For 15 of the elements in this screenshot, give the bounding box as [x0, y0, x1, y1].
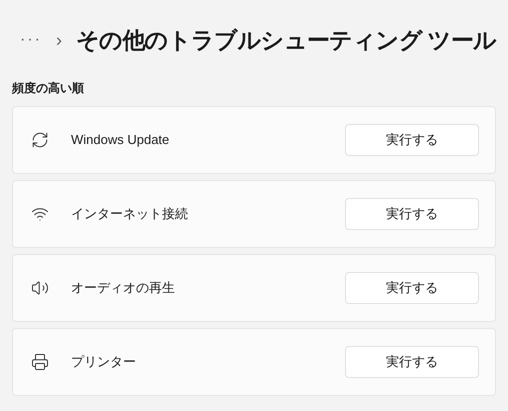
troubleshooter-name: オーディオの再生 — [71, 279, 176, 298]
more-button[interactable]: ··· — [20, 28, 42, 52]
printer-icon — [31, 353, 49, 371]
run-button[interactable]: 実行する — [345, 124, 479, 156]
run-button[interactable]: 実行する — [345, 346, 479, 378]
refresh-icon — [31, 131, 49, 149]
section-label: 頻度の高い順 — [11, 80, 85, 97]
run-button[interactable]: 実行する — [345, 272, 479, 304]
run-button[interactable]: 実行する — [345, 198, 479, 230]
troubleshooter-name: インターネット接続 — [71, 205, 189, 224]
speaker-icon — [31, 279, 49, 297]
breadcrumb-separator: › — [56, 28, 62, 52]
troubleshooter-name: Windows Update — [71, 131, 170, 150]
page-title: その他のトラブルシューティング ツール — [76, 26, 496, 55]
troubleshooter-name: プリンター — [71, 353, 137, 372]
